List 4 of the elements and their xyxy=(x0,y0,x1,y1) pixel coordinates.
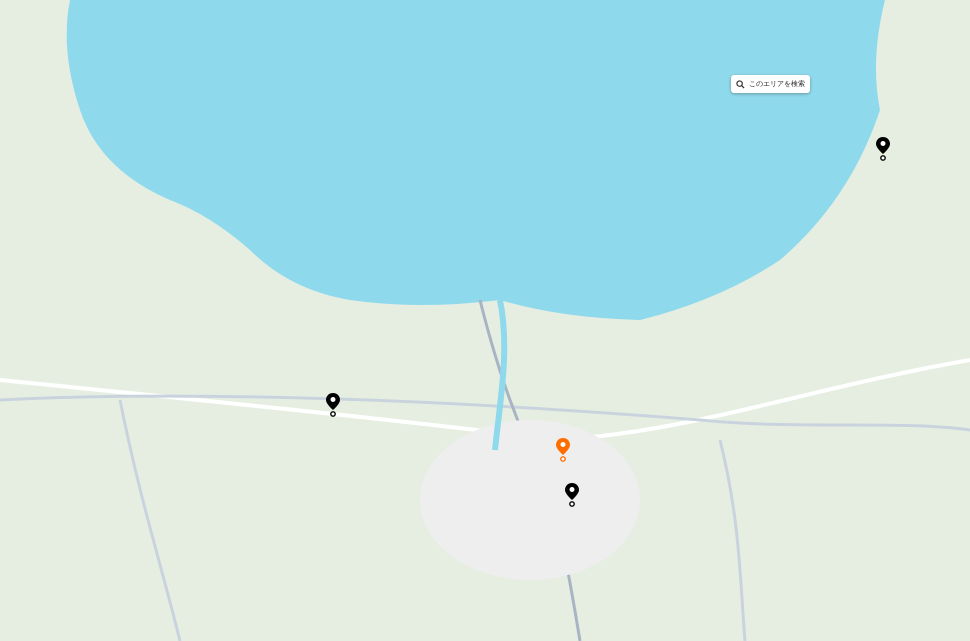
map-pin-icon[interactable] xyxy=(876,137,890,161)
map-pin-icon[interactable] xyxy=(565,483,579,507)
map-pin-icon[interactable] xyxy=(326,393,340,417)
search-icon xyxy=(736,80,745,88)
